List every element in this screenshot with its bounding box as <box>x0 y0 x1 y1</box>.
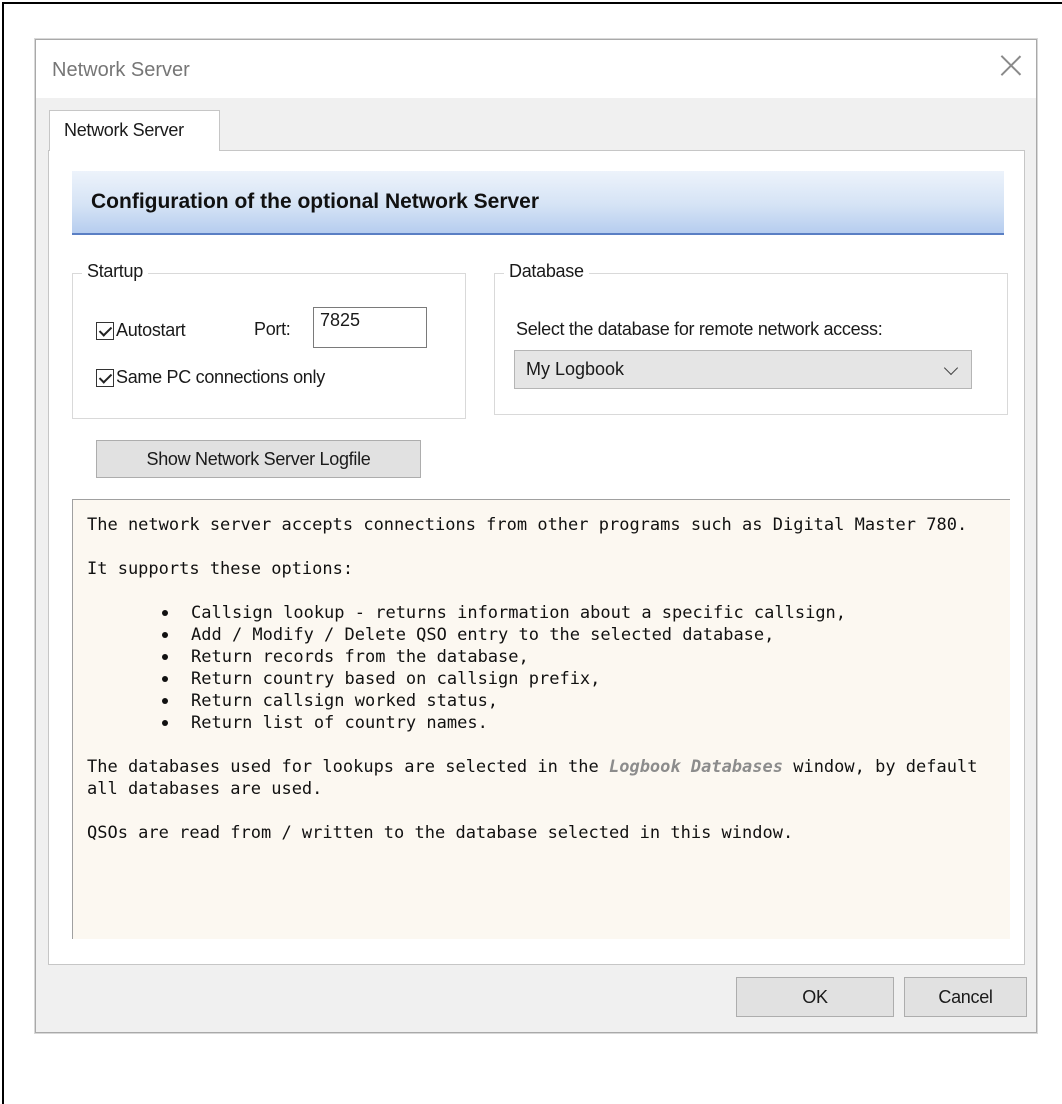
list-item: Return list of country names. <box>162 712 996 734</box>
window-title: Network Server <box>52 59 190 81</box>
startup-group: Startup Autostart Port: 7825 Same PC con… <box>72 261 466 419</box>
database-select[interactable]: My Logbook <box>514 350 972 389</box>
tab-panel: Configuration of the optional Network Se… <box>48 150 1025 965</box>
logbook-databases-link[interactable]: Logbook Databases <box>609 757 783 777</box>
list-item: Return country based on callsign prefix, <box>162 668 996 690</box>
cancel-button[interactable]: Cancel <box>904 977 1027 1017</box>
autostart-checkbox[interactable] <box>96 322 114 340</box>
database-prompt: Select the database for remote network a… <box>516 319 883 339</box>
port-input[interactable]: 7825 <box>313 307 427 348</box>
show-logfile-button[interactable]: Show Network Server Logfile <box>96 440 421 478</box>
same-pc-checkbox[interactable] <box>96 369 114 387</box>
info-paragraph: The databases used for lookups are selec… <box>87 756 996 800</box>
info-paragraph: It supports these options: <box>87 559 354 579</box>
banner-heading: Configuration of the optional Network Se… <box>91 190 540 213</box>
list-item: Add / Modify / Delete QSO entry to the s… <box>162 624 996 646</box>
autostart-label: Autostart <box>116 320 186 340</box>
list-item: Callsign lookup - returns information ab… <box>162 602 996 624</box>
port-label: Port: <box>254 319 291 339</box>
info-paragraph: QSOs are read from / written to the data… <box>87 823 794 843</box>
info-paragraph: The network server accepts connections f… <box>87 515 968 535</box>
tab-network-server[interactable]: Network Server <box>49 110 220 151</box>
database-group-label: Database <box>504 261 589 282</box>
list-item: Return callsign worked status, <box>162 690 996 712</box>
same-pc-label: Same PC connections only <box>116 367 325 387</box>
network-server-dialog: Network Server Network Server Configurat… <box>35 39 1037 1033</box>
list-item: Return records from the database, <box>162 646 996 668</box>
info-text: The databases used for lookups are selec… <box>87 757 609 777</box>
chevron-down-icon <box>943 360 959 376</box>
database-select-value: My Logbook <box>526 359 625 379</box>
startup-group-label: Startup <box>82 261 148 282</box>
close-icon[interactable] <box>1000 54 1022 76</box>
info-text-panel: The network server accepts connections f… <box>72 499 1010 939</box>
ok-button[interactable]: OK <box>736 977 894 1017</box>
database-group: Database Select the database for remote … <box>494 261 1008 415</box>
options-list: Callsign lookup - returns information ab… <box>87 602 996 734</box>
title-bar: Network Server <box>36 40 1036 98</box>
config-banner: Configuration of the optional Network Se… <box>72 171 1004 235</box>
